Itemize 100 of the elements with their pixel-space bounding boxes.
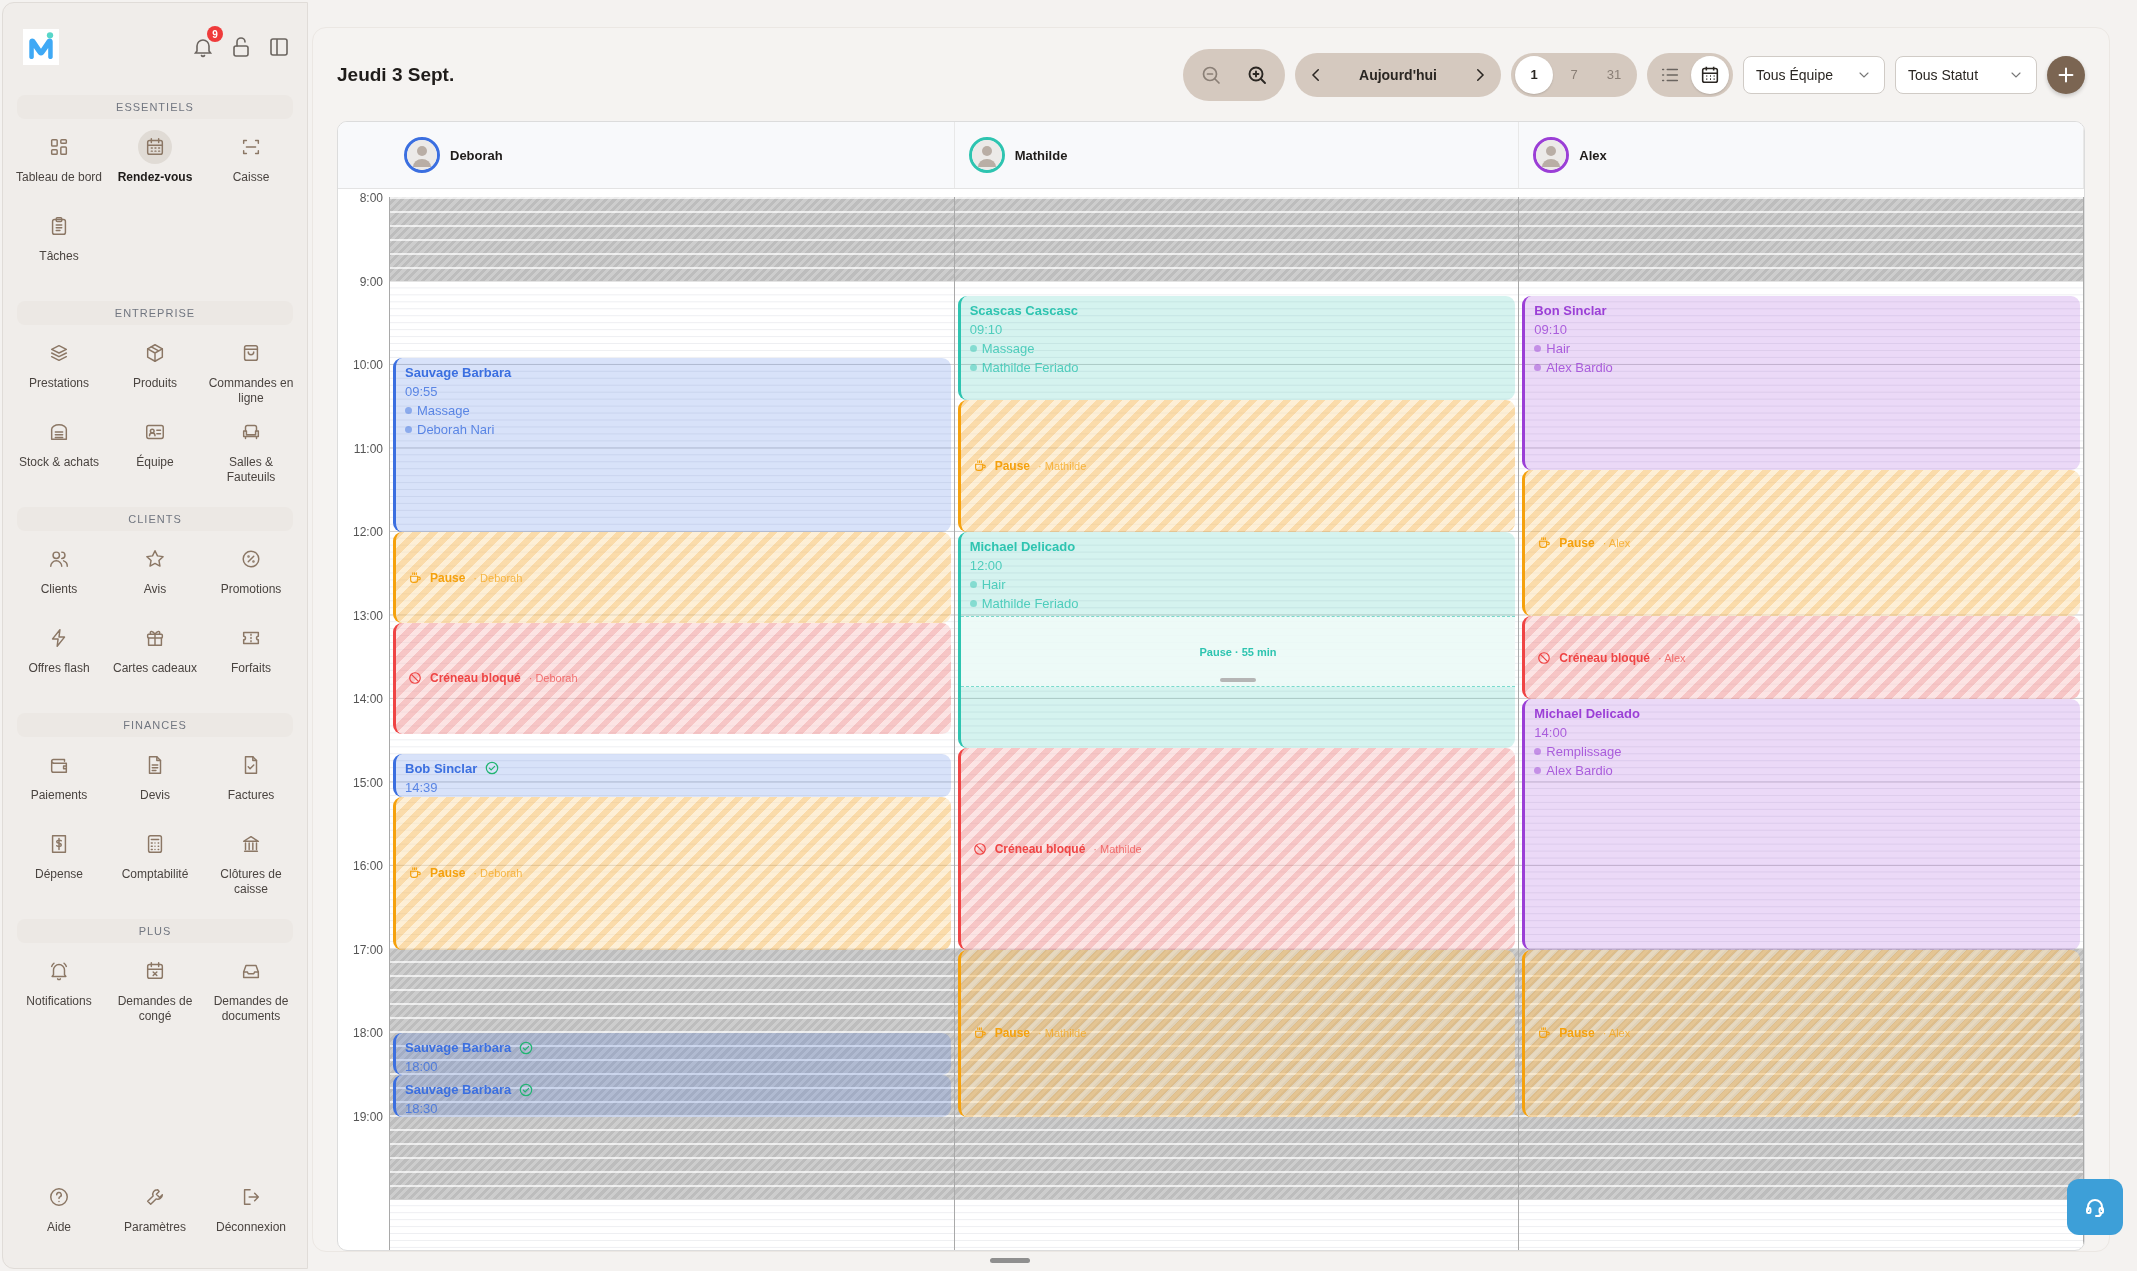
nav-item[interactable]: Devis xyxy=(107,747,203,826)
nav-item[interactable]: Avis xyxy=(107,541,203,620)
nav-item[interactable]: Déconnexion xyxy=(203,1179,299,1258)
nav-item[interactable]: Paramètres xyxy=(107,1179,203,1258)
check-circle-icon xyxy=(519,1040,534,1055)
page-title: Jeudi 3 Sept. xyxy=(337,63,455,86)
hour-label: 10:00 xyxy=(352,358,383,373)
client-name: Bob Sinclar xyxy=(405,758,500,778)
nav-item[interactable]: Offres flash xyxy=(11,620,107,699)
staff-name: Alex xyxy=(1579,147,1607,163)
block-label: Pause xyxy=(1559,1026,1595,1041)
hour-label: 11:00 xyxy=(353,441,383,456)
calendar-cross-icon xyxy=(144,960,166,982)
appointment-time: 09:55 xyxy=(405,383,438,402)
bank-icon xyxy=(240,833,262,855)
staff-name: Deborah xyxy=(450,147,503,163)
check-circle-icon xyxy=(485,761,500,776)
discount-icon xyxy=(240,548,262,570)
client-name: Sauvage Barbara xyxy=(405,364,512,383)
section-heading: ESSENTIELS xyxy=(17,95,293,119)
grid-icon xyxy=(48,136,70,158)
support-button[interactable] xyxy=(2067,1179,2123,1235)
nav-item[interactable]: Factures xyxy=(203,747,299,826)
wrench-icon xyxy=(144,1186,166,1208)
prohibited-icon xyxy=(1537,650,1552,665)
filter-dropdown[interactable]: Tous Statut xyxy=(1895,55,2037,94)
section-heading: ENTREPRISE xyxy=(17,301,293,325)
appointment-time: 09:10 xyxy=(969,320,1003,339)
nav-item[interactable]: Clôtures de caisse xyxy=(203,826,299,905)
block-label: Pause xyxy=(1559,535,1595,550)
users-icon xyxy=(48,548,70,570)
block-owner: · Alex xyxy=(1602,1027,1631,1040)
appointment-card[interactable]: Michael Delicado 14:00 Remplissage Alex Bardio xyxy=(1522,699,2080,950)
nav-item[interactable]: Cartes cadeaux xyxy=(107,620,203,699)
block-owner: · Mathilde xyxy=(1093,842,1142,855)
pause-duration: Pause · 55 min xyxy=(1199,645,1277,658)
hour-label: 19:00 xyxy=(352,1109,383,1124)
nav-item[interactable]: Tableau de bord xyxy=(11,129,107,208)
layers-icon xyxy=(48,342,70,364)
appointment-detail: Alex Bardio xyxy=(1534,761,1613,781)
nav-item[interactable]: Comptabilité xyxy=(107,826,203,905)
resize-handle[interactable] xyxy=(1220,678,1256,683)
block-owner: · Deborah xyxy=(473,867,523,880)
today-button[interactable]: Aujourd'hui xyxy=(1337,66,1459,83)
hour-label: 12:00 xyxy=(352,525,383,540)
nav-item[interactable]: Commandes en ligne xyxy=(203,335,299,414)
calendar-view-button[interactable] xyxy=(1691,55,1729,94)
coffee-cup-icon xyxy=(972,1026,987,1041)
nav-item[interactable]: Forfaits xyxy=(203,620,299,699)
block-owner: · Deborah xyxy=(528,672,578,685)
appointment-card[interactable]: Bob Sinclar 14:39 xyxy=(393,753,951,797)
nav-item[interactable]: Paiements xyxy=(11,747,107,826)
check-circle-icon xyxy=(519,1082,534,1097)
nav-item[interactable]: Demandes de congé xyxy=(107,953,203,1032)
hour-label: 17:00 xyxy=(352,942,383,957)
staff-name: Mathilde xyxy=(1014,147,1068,163)
appointment-detail: Hair xyxy=(1534,338,1571,358)
appointment-card[interactable]: Bon Sinclar 09:10 Hair Alex Bardio xyxy=(1522,295,2080,470)
prohibited-icon xyxy=(972,841,987,856)
appointment-detail: Alex Bardio xyxy=(1534,357,1613,377)
nav-item[interactable]: Dépense xyxy=(11,826,107,905)
drag-handle[interactable] xyxy=(990,1258,1030,1263)
client-name: Bon Sinclar xyxy=(1534,301,1607,320)
block-label: Créneau bloqué xyxy=(994,841,1086,856)
nav-item[interactable]: Demandes de documents xyxy=(203,953,299,1032)
add-button[interactable] xyxy=(2047,55,2085,94)
notification-badge: 9 xyxy=(207,26,223,42)
prohibited-icon xyxy=(408,671,422,686)
app-logo[interactable] xyxy=(23,29,59,65)
appointment-time: 18:00 xyxy=(405,1058,438,1076)
view-tab[interactable]: 1 xyxy=(1515,55,1553,94)
block-owner: · Alex xyxy=(1602,536,1631,549)
nav-item[interactable]: Notifications xyxy=(11,953,107,1032)
nav-item[interactable]: Aide xyxy=(11,1179,107,1258)
box-icon xyxy=(144,342,166,364)
appointment-time: 18:30 xyxy=(405,1100,438,1117)
nav-item[interactable]: Salles & Fauteuils xyxy=(203,414,299,493)
sidebar-toggle-icon[interactable] xyxy=(267,35,291,59)
filter-dropdown[interactable]: Tous Équipe xyxy=(1743,55,1885,94)
nav-item[interactable]: Tâches xyxy=(11,208,107,287)
block-owner: · Alex xyxy=(1658,651,1686,664)
nav-item[interactable]: Prestations xyxy=(11,335,107,414)
hour-label: 13:00 xyxy=(352,608,383,623)
calendar-icon xyxy=(144,136,166,158)
appointment-detail: Mathilde Feriado xyxy=(969,594,1079,614)
appointment-card[interactable]: Sauvage Barbara 09:55 Massage Deborah Nari xyxy=(393,358,951,533)
block-owner: · Mathilde xyxy=(1038,1027,1087,1040)
nav-item[interactable]: Rendez-vous xyxy=(107,129,203,208)
nav-item[interactable]: Caisse xyxy=(203,129,299,208)
nav-item[interactable]: Stock & achats xyxy=(11,414,107,493)
hour-label: 9:00 xyxy=(359,274,383,289)
appointment-detail: Hair xyxy=(969,575,1006,595)
block-label: Pause xyxy=(430,570,466,585)
appointment-time: 12:00 xyxy=(969,557,1003,576)
nav-item[interactable]: Clients xyxy=(11,541,107,620)
nav-item[interactable]: Promotions xyxy=(203,541,299,620)
coffee-cup-icon xyxy=(1537,1026,1552,1041)
coffee-cup-icon xyxy=(408,866,422,881)
nav-item[interactable]: Équipe xyxy=(107,414,203,493)
nav-item[interactable]: Produits xyxy=(107,335,203,414)
